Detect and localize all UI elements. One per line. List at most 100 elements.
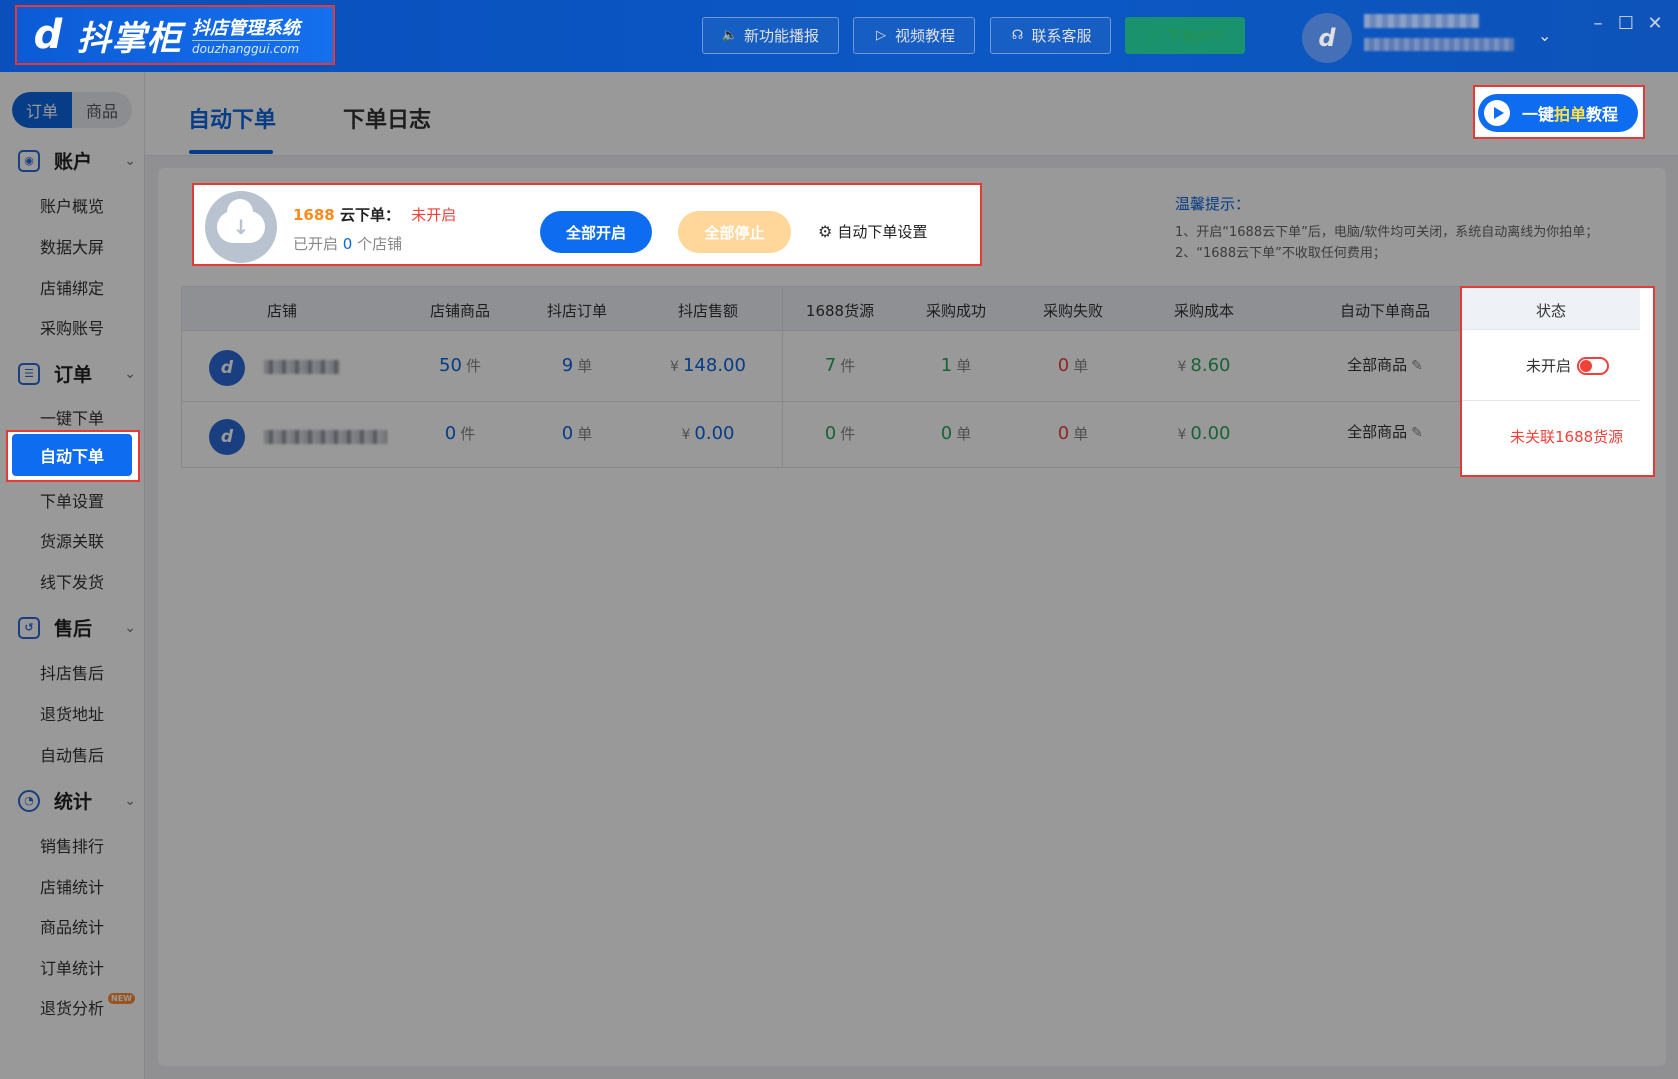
row1-status-label: 未开启 — [1526, 357, 1572, 375]
header-sales: 抖店售额 — [677, 302, 739, 320]
new-badge: NEW — [108, 993, 135, 1004]
sidebar-item-product-stats[interactable]: 商品统计 — [40, 914, 104, 938]
sidebar-item-shop-stats[interactable]: 店铺统计 — [40, 874, 104, 898]
shop-table: 店铺 店铺商品 抖店订单 抖店售额 1688货源 采购成功 采购失败 采购成本 … — [181, 286, 1642, 468]
row2-purchase-success: 0单 — [940, 423, 972, 444]
cloud-order-subtitle-highlight: 已开启 0 个店铺 — [293, 235, 403, 253]
logo-mark-icon: d — [33, 12, 63, 58]
tab-order-log[interactable]: 下单日志 — [343, 102, 431, 134]
auto-order-settings-button-highlight[interactable]: ⚙ 自动下单设置 — [818, 221, 927, 242]
tutorial-highlight: 拍单 — [1554, 105, 1587, 124]
gear-icon: ⚙ — [818, 222, 833, 241]
row2-sales: ¥0.00 — [681, 423, 735, 444]
sidebar-item-one-click-order[interactable]: 一键下单 — [40, 405, 104, 429]
auto-order-toggle[interactable] — [1577, 356, 1610, 375]
sidebar-item-order-stats[interactable]: 订单统计 — [40, 955, 104, 979]
status-header-cell: 状态 — [1462, 288, 1640, 330]
tutorial-prefix: 一键 — [1522, 105, 1555, 124]
video-tutorial-button[interactable]: ▷ 视频教程 — [853, 17, 975, 54]
one-click-tutorial-button[interactable]: 一键 拍单 教程 — [1478, 94, 1638, 132]
minimize-icon[interactable]: – — [1587, 12, 1609, 34]
row1-sources: 7件 — [824, 355, 856, 376]
header-auto-products: 自动下单商品 — [1339, 302, 1431, 320]
row-divider — [182, 401, 1642, 402]
row1-auto-products[interactable]: 全部商品 ✎ — [1347, 354, 1423, 375]
user-avatar[interactable]: d — [1302, 13, 1352, 63]
chevron-down-icon: ⌄ — [124, 365, 136, 382]
column-divider — [782, 287, 783, 467]
status-row-divider — [1462, 400, 1640, 401]
chevron-down-icon: ⌄ — [124, 792, 136, 809]
user-info-redacted — [1364, 38, 1514, 51]
sidebar-group-label: 账户 — [54, 151, 93, 173]
row2-shop-products: 0件 — [444, 423, 476, 444]
header-1688-sources: 1688货源 — [805, 302, 875, 320]
sidebar-item-order-settings[interactable]: 下单设置 — [40, 488, 104, 512]
row2-purchase-fail: 0单 — [1057, 423, 1089, 444]
active-tab-indicator — [189, 150, 273, 154]
enable-all-button-highlight[interactable]: 全部开启 — [540, 211, 652, 253]
play-icon — [1484, 100, 1510, 126]
sidebar-item-auto-order-highlight[interactable]: 自动下单 — [12, 434, 132, 476]
row1-orders: 9单 — [561, 355, 593, 376]
header-shop-products: 店铺商品 — [429, 302, 491, 320]
header-purchase-fail: 采购失败 — [1042, 302, 1104, 320]
aftersale-icon: ↺ — [18, 616, 40, 639]
sidebar-item-shop-aftersale[interactable]: 抖店售后 — [40, 660, 104, 684]
segment-products[interactable]: 商品 — [72, 92, 132, 128]
sidebar-item-offline-shipping[interactable]: 线下发货 — [40, 569, 104, 593]
header-shop: 店铺 — [266, 302, 298, 320]
sidebar-item-return-address[interactable]: 退货地址 — [40, 701, 104, 725]
tips-title: 温馨提示： — [1175, 195, 1251, 213]
edit-pencil-icon: ✎ — [1411, 425, 1423, 441]
sidebar-item-return-analysis[interactable]: 退货分析 — [40, 995, 104, 1019]
row1-status: 未开启 — [1526, 355, 1610, 376]
sidebar-item-account-overview[interactable]: 账户概览 — [40, 193, 104, 217]
contact-support-label: 联系客服 — [1031, 27, 1092, 45]
sidebar-segment-switch: 订单 商品 — [12, 92, 132, 128]
download-icon: ⇩ — [1147, 28, 1159, 43]
headset-icon: ☊ — [1011, 28, 1024, 43]
sidebar-group-aftersale[interactable]: ↺ 售后 ⌄ — [18, 614, 136, 641]
row2-sources: 0件 — [824, 423, 856, 444]
sidebar-group-label: 售后 — [54, 618, 93, 640]
maximize-icon[interactable]: ☐ — [1615, 12, 1637, 34]
new-features-button[interactable]: 🔈 新功能播报 — [702, 17, 839, 54]
sidebar-item-purchase-account[interactable]: 采购账号 — [40, 315, 104, 339]
account-icon: ◉ — [18, 149, 40, 172]
header-orders: 抖店订单 — [546, 302, 608, 320]
sidebar-group-account[interactable]: ◉ 账户 ⌄ — [18, 147, 136, 174]
download-app-button[interactable]: ⇩ 下载APP — [1125, 17, 1245, 54]
row2-auto-products[interactable]: 全部商品 ✎ — [1347, 421, 1423, 442]
sidebar-item-sales-ranking[interactable]: 销售排行 — [40, 833, 104, 857]
sidebar-item-shop-binding[interactable]: 店铺绑定 — [40, 275, 104, 299]
video-tutorial-label: 视频教程 — [894, 27, 955, 45]
header-purchase-success: 采购成功 — [925, 302, 987, 320]
shop-logo-icon: d — [209, 419, 245, 455]
header-purchase-cost: 采购成本 — [1173, 302, 1235, 320]
video-icon: ▷ — [875, 28, 886, 43]
sidebar-group-label: 订单 — [54, 364, 93, 386]
row2-status: 未关联1688货源 — [1510, 428, 1624, 446]
order-icon: ☰ — [18, 362, 40, 385]
chevron-down-icon: ⌄ — [124, 619, 136, 636]
stop-all-button-highlight[interactable]: 全部停止 — [678, 211, 791, 253]
segment-orders[interactable]: 订单 — [12, 92, 72, 128]
contact-support-button[interactable]: ☊ 联系客服 — [990, 17, 1111, 54]
user-name-redacted — [1364, 14, 1479, 28]
tab-auto-order[interactable]: 自动下单 — [188, 102, 276, 134]
speaker-icon: 🔈 — [721, 28, 739, 43]
close-icon[interactable]: ✕ — [1644, 12, 1666, 34]
download-app-label: 下载APP — [1166, 27, 1226, 45]
edit-pencil-icon: ✎ — [1411, 358, 1423, 374]
sidebar-item-auto-aftersale[interactable]: 自动售后 — [40, 742, 104, 766]
user-menu-chevron-down-icon[interactable]: ⌄ — [1538, 26, 1551, 45]
tips-line-1: 1、开启“1688云下单”后，电脑/软件均可关闭，系统自动离线为你拍单； — [1175, 225, 1599, 240]
sidebar-item-data-screen[interactable]: 数据大屏 — [40, 234, 104, 258]
sidebar-group-statistics[interactable]: ◔ 统计 ⌄ — [18, 787, 136, 814]
sidebar-group-label: 统计 — [54, 791, 93, 813]
pie-chart-icon: ◔ — [18, 789, 40, 812]
shop-name-redacted — [264, 430, 387, 444]
sidebar-group-orders[interactable]: ☰ 订单 ⌄ — [18, 360, 136, 387]
sidebar-item-source-link[interactable]: 货源关联 — [40, 528, 104, 552]
